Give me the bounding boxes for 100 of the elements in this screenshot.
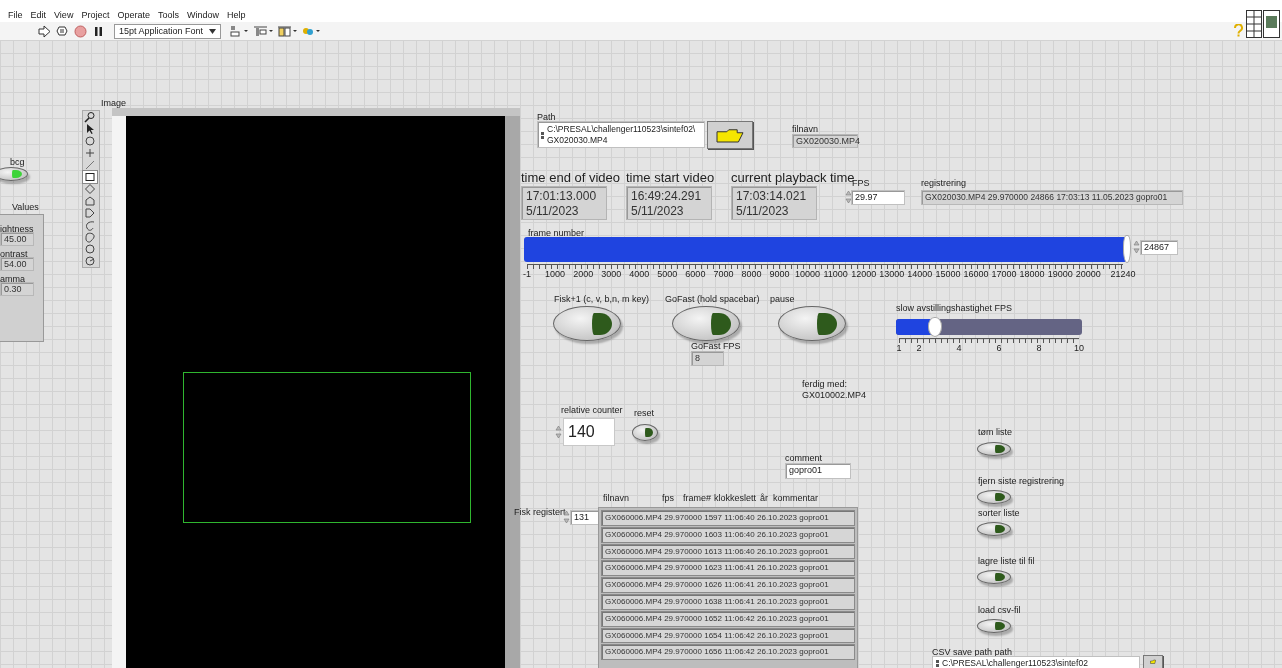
scale-label: 5000 [657,269,678,279]
scale-label: 10000 [795,269,821,279]
freehand-line-tool-icon[interactable] [83,219,97,231]
menu-item[interactable]: File [8,10,23,20]
scale-label: 6 [996,343,1002,353]
control-label: registrering [921,178,967,188]
control-label: Values [12,202,39,212]
control-label: ferdig med: [802,379,848,389]
control-label: relative counter [561,405,623,415]
browse-button[interactable] [1143,655,1163,668]
list-row[interactable]: GX060006.MP4 29.970000 1623 11:06:41 26.10.2023 gopro01 [601,560,855,577]
scale-label: 12000 [851,269,877,279]
round-button[interactable] [553,306,621,341]
numeric-field[interactable]: 24867 [1140,240,1178,255]
round-button[interactable] [977,522,1011,536]
caret-icon [209,28,217,34]
slider-thumb[interactable] [1122,235,1131,263]
scale-label: 15000 [935,269,961,279]
numeric-field[interactable]: 29.97 [851,190,905,205]
round-button[interactable] [778,306,846,341]
folder-icon [1150,658,1156,666]
control-label: pause [770,294,795,304]
blob-tool-icon[interactable] [83,231,97,243]
scale-label: 19000 [1047,269,1073,279]
pan-tool-icon[interactable] [83,135,97,147]
freehand-region-tool-icon[interactable] [83,207,97,219]
align-icon[interactable] [230,24,250,38]
resize-icon[interactable] [278,24,298,38]
zoom-icon[interactable] [83,111,97,123]
scale-label: 2 [916,343,922,353]
control-label: time start video [626,170,715,185]
round-button[interactable] [977,570,1011,584]
menu-item[interactable]: Tools [157,10,179,20]
numeric-field[interactable]: 131 [570,510,599,525]
list-row[interactable]: GX060006.MP4 29.970000 1652 11:06:42 26.10.2023 gopro01 [601,610,855,627]
speed-slider[interactable] [896,319,1082,335]
menu-item[interactable]: Project [81,10,110,20]
list-row[interactable]: GX060006.MP4 29.970000 1597 11:06:40 26.10.2023 gopro01 [601,510,855,526]
control-label: reset [634,408,654,418]
control-label: slow avstillingshastighet FPS [896,303,1013,313]
scale-label: 11000 [823,269,848,279]
column-header: kommentar [773,493,818,503]
browse-button[interactable] [707,121,753,149]
scale-label: 1000 [545,269,566,279]
scale-label: 14000 [907,269,933,279]
control-label: sorter liste [978,508,1020,518]
scale-label: 9000 [769,269,790,279]
path-field[interactable]: C:\PRESAL\challenger110523\sintef02 [932,656,1140,668]
slider-thumb[interactable] [928,317,943,337]
oval-tool-icon[interactable] [83,243,97,255]
rectangle-tool-icon[interactable] [83,171,97,183]
menu-item[interactable]: View [54,10,74,20]
folder-icon [716,127,744,143]
control-label: Path [537,112,556,122]
list-row[interactable]: GX060006.MP4 29.970000 1656 11:06:42 26.10.2023 gopro01 [601,644,855,661]
point-tool-icon[interactable] [83,147,97,159]
run-arrow-icon[interactable] [38,24,51,38]
menu-item[interactable]: Edit [30,10,47,20]
scale-label: 6000 [685,269,706,279]
polygon-tool-icon[interactable] [83,195,97,207]
comment-field[interactable]: gopro01 [785,463,851,479]
indicator-field: GX020030.MP4 [792,134,858,148]
column-header: frame# [683,493,711,503]
menu-item[interactable]: Help [226,10,246,20]
pause-icon[interactable] [92,24,105,38]
annulus-tool-icon[interactable] [83,255,97,267]
round-button[interactable] [632,424,658,441]
control-label: Fisk+1 (c, v, b,n, m key) [554,294,650,304]
path-field[interactable]: C:\PRESAL\challenger110523\sintef02\ GX020030.MP4 [537,121,705,148]
counter-field[interactable]: 140 [563,418,615,446]
connector-pane-icon[interactable] [1246,10,1280,38]
column-header: klokkeslett [714,493,757,503]
path-icon [540,131,545,140]
round-button[interactable] [977,490,1011,504]
menu-item[interactable]: Window [186,10,219,20]
toggle-button[interactable] [0,167,28,181]
scale-label: 18000 [1019,269,1045,279]
scale-label: 4 [956,343,962,353]
list-row[interactable]: GX060006.MP4 29.970000 1603 11:06:40 26.10.2023 gopro01 [601,526,855,543]
round-button[interactable] [977,442,1011,456]
control-label: ightness [0,224,34,234]
control-label: frame number [528,228,585,238]
column-header: fps [662,493,674,503]
menu-item[interactable]: Operate [117,10,150,20]
round-button[interactable] [672,306,740,341]
abort-icon[interactable] [74,24,87,38]
font-dropdown[interactable]: 15pt Application Font [114,23,222,39]
path-icon [935,658,940,668]
run-continuously-icon[interactable] [56,24,69,38]
control-label: CSV save path path [932,647,1013,657]
scale-label: -1 [523,269,531,279]
distribute-icon[interactable] [254,24,274,38]
scale-label: 4000 [629,269,650,279]
list-row[interactable]: GX060006.MP4 29.970000 1654 11:06:42 26.10.2023 gopro01 [601,627,855,644]
list-row[interactable]: GX060006.MP4 29.970000 1626 11:06:41 26.10.2023 gopro01 [601,577,855,593]
control-label: lagre liste til fil [978,556,1035,566]
scale-label: 7000 [713,269,734,279]
list-row[interactable]: GX060006.MP4 29.970000 1613 11:06:40 26.10.2023 gopro01 [601,543,855,560]
round-button[interactable] [977,619,1011,633]
list-row[interactable]: GX060006.MP4 29.970000 1638 11:06:41 26.10.2023 gopro01 [601,594,855,610]
